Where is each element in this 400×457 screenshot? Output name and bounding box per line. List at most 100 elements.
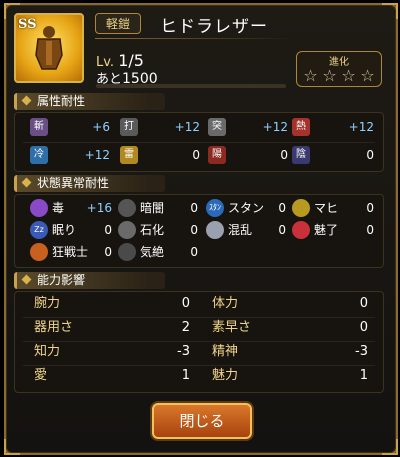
status-label: スタン bbox=[228, 201, 265, 215]
section-title: 能力影響 bbox=[37, 273, 86, 287]
status-resist-value: 0 bbox=[366, 201, 374, 215]
section-title: 状態異常耐性 bbox=[37, 176, 110, 190]
status-resist-value: 0 bbox=[366, 223, 374, 237]
element-resist-cell: 陽0 bbox=[208, 145, 288, 165]
element-icon: 冷 bbox=[30, 146, 48, 164]
status-resist-value: 0 bbox=[278, 201, 286, 215]
status-resist-cell: ｽﾀﾝ スタン 0 bbox=[206, 198, 286, 218]
stat-label: 体力 bbox=[212, 296, 239, 311]
element-resist-value: +12 bbox=[174, 120, 200, 134]
stat-row: 器用さ 2 bbox=[34, 318, 190, 338]
element-resist-cell: 斬 +6 bbox=[30, 117, 110, 137]
status-resist-value: 0 bbox=[190, 223, 198, 237]
stat-value: -3 bbox=[355, 344, 368, 359]
element-icon: 熱 bbox=[292, 118, 310, 136]
stat-value: 0 bbox=[359, 320, 368, 335]
section-title: 属性耐性 bbox=[37, 94, 86, 108]
stat-value: 1 bbox=[181, 368, 190, 383]
stat-label: 腕力 bbox=[34, 296, 61, 311]
armor-icon bbox=[35, 26, 63, 70]
status-resist-value: 0 bbox=[190, 201, 198, 215]
stat-label: 器用さ bbox=[34, 320, 74, 335]
stat-row: 愛1 bbox=[34, 366, 190, 386]
element-icon: 陽 bbox=[208, 146, 226, 164]
status-resist-cell: 暗闇 0 bbox=[118, 198, 198, 218]
star-icon: ☆ bbox=[303, 66, 318, 85]
element-resist-cell: 熱 +12 bbox=[292, 117, 374, 137]
star-icon: ☆ bbox=[341, 66, 356, 85]
frame-corner bbox=[382, 439, 398, 455]
stat-label: 愛 bbox=[34, 368, 48, 383]
category-tag: 軽鎧 bbox=[95, 13, 142, 34]
status-resist-cell: Zz 眠り 0 bbox=[30, 220, 112, 240]
stat-value: 0 bbox=[359, 296, 368, 311]
element-resist-cell: 冷 +12 bbox=[30, 145, 110, 165]
stat-label: 知力 bbox=[34, 344, 61, 359]
element-resist-value: +12 bbox=[262, 120, 288, 134]
evolution-stars: ☆ ☆ ☆ ☆ bbox=[301, 66, 377, 85]
status-label: 石化 bbox=[140, 223, 165, 237]
stat-value: 2 bbox=[181, 320, 190, 335]
exp-progress-bar bbox=[96, 84, 286, 88]
frame-corner bbox=[4, 439, 20, 455]
stat-value: 0 bbox=[181, 296, 190, 311]
element-resist-value: 0 bbox=[192, 148, 200, 162]
element-icon: 斬 bbox=[30, 118, 48, 136]
paralysis-icon bbox=[292, 199, 310, 217]
status-label: マヒ bbox=[314, 201, 339, 215]
status-resist-value: 0 bbox=[104, 223, 112, 237]
stat-row: 腕力 0 bbox=[34, 294, 190, 314]
poison-icon bbox=[30, 199, 48, 217]
element-icon: 陰 bbox=[292, 146, 310, 164]
element-resist-value: +12 bbox=[348, 120, 374, 134]
diamond-icon bbox=[21, 95, 32, 106]
status-label: 狂戦士 bbox=[52, 245, 89, 259]
section-header-status-resist: 状態異常耐性 bbox=[14, 175, 165, 192]
stat-label: 精神 bbox=[212, 344, 239, 359]
status-label: 気絶 bbox=[140, 245, 165, 259]
stat-row: 体力 0 bbox=[212, 294, 368, 314]
section-header-ability-effect: 能力影響 bbox=[14, 272, 165, 289]
frame-corner bbox=[382, 3, 398, 19]
element-resist-value: 0 bbox=[366, 148, 374, 162]
petrify-icon bbox=[118, 221, 136, 239]
stun-icon: ｽﾀﾝ bbox=[206, 199, 224, 217]
status-label: 暗闇 bbox=[140, 201, 165, 215]
stat-row: 素早さ 0 bbox=[212, 318, 368, 338]
stat-label: 素早さ bbox=[212, 320, 252, 335]
close-button[interactable]: 閉じる bbox=[152, 403, 252, 439]
element-resist-cell: 突 +12 bbox=[208, 117, 288, 137]
berserk-icon bbox=[30, 243, 48, 261]
element-icon: 雷 bbox=[120, 146, 138, 164]
status-resist-value: 0 bbox=[278, 223, 286, 237]
diamond-icon bbox=[21, 177, 32, 188]
row-divider bbox=[23, 142, 375, 143]
darkness-icon bbox=[118, 199, 136, 217]
faint-icon bbox=[118, 243, 136, 261]
element-resist-cell: 雷0 bbox=[120, 145, 200, 165]
status-resist-cell: 石化 0 bbox=[118, 220, 198, 240]
element-icon: 打 bbox=[120, 118, 138, 136]
stat-row: 知力 -3 bbox=[34, 342, 190, 362]
sleep-icon: Zz bbox=[30, 221, 48, 239]
element-resist-value: 0 bbox=[280, 148, 288, 162]
status-resist-cell: 気絶 0 bbox=[118, 242, 198, 262]
status-resist-cell: 魅了 0 bbox=[292, 220, 374, 240]
status-resist-cell: マヒ 0 bbox=[292, 198, 374, 218]
status-resist-cell: 毒 +16 bbox=[30, 198, 112, 218]
item-name: ヒドラレザー bbox=[160, 17, 268, 37]
status-label: 魅了 bbox=[314, 223, 339, 237]
status-label: 混乱 bbox=[228, 223, 253, 237]
stat-value: 1 bbox=[359, 368, 368, 383]
element-resist-cell: 打 +12 bbox=[120, 117, 200, 137]
evolution-box: 進化 ☆ ☆ ☆ ☆ bbox=[296, 51, 382, 87]
status-resist-value: +16 bbox=[86, 201, 112, 215]
section-header-element-resist: 属性耐性 bbox=[14, 93, 165, 110]
star-icon: ☆ bbox=[322, 66, 337, 85]
stat-row: 精神 -3 bbox=[212, 342, 368, 362]
status-resist-cell: 混乱 0 bbox=[206, 220, 286, 240]
stat-label: 魅力 bbox=[212, 368, 239, 383]
charm-icon bbox=[292, 221, 310, 239]
stat-row: 魅力 1 bbox=[212, 366, 368, 386]
star-icon: ☆ bbox=[360, 66, 375, 85]
